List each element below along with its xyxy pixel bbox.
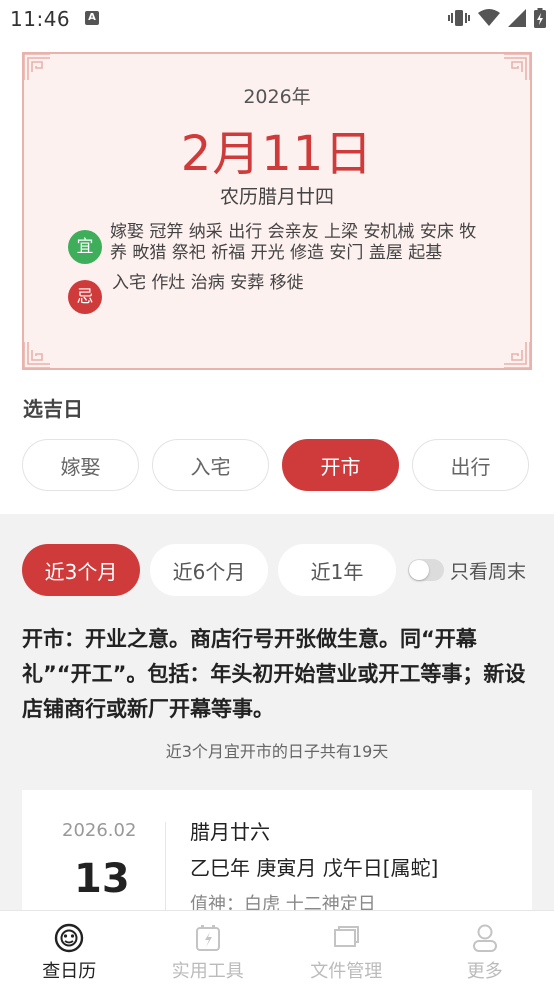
- nav-label: 查日历: [42, 961, 97, 982]
- battery-icon: [534, 8, 546, 28]
- category-button-kaishi[interactable]: 开市: [282, 439, 399, 491]
- range-button-1-year[interactable]: 近1年: [278, 544, 396, 596]
- vibrate-icon: [448, 8, 470, 28]
- status-bar: 11:46 A: [0, 0, 554, 36]
- user-icon: [470, 923, 500, 953]
- nav-label: 文件管理: [310, 961, 383, 982]
- corner-ornament-icon: [504, 53, 531, 80]
- status-time: 11:46: [10, 7, 71, 31]
- range-selector: 近3个月 近6个月 近1年 只看周末: [22, 544, 532, 596]
- nav-label: 实用工具: [171, 961, 244, 982]
- lunar-date: 农历腊月廿四: [219, 186, 334, 208]
- tool-battery-icon: [193, 923, 223, 953]
- ji-badge: 忌: [68, 280, 102, 314]
- nav-item-calendar[interactable]: 查日历: [0, 911, 139, 984]
- notification-a-icon: A: [85, 11, 99, 25]
- nav-label: 更多: [466, 961, 503, 982]
- nav-item-more[interactable]: 更多: [416, 911, 554, 984]
- result-count: 近3个月宜开市的日子共有19天: [165, 742, 389, 761]
- calendar-face-icon: [54, 923, 84, 953]
- day-number: 13: [74, 856, 130, 902]
- category-selector: 嫁娶 入宅 开市 出行: [22, 439, 532, 491]
- yi-activities: 嫁娶 冠笄 纳采 出行 会亲友 上梁 安机械 安床 牧养 畋猎 祭祀 祈福 开光…: [110, 222, 477, 263]
- day-year-month: 2026.02: [62, 820, 137, 841]
- category-button-jiaqu[interactable]: 嫁娶: [22, 439, 139, 491]
- toggle-switch[interactable]: [408, 559, 444, 581]
- weekend-toggle[interactable]: 只看周末: [408, 544, 526, 596]
- divider: [165, 822, 166, 912]
- category-description: 开市：开业之意。商店行号开张做生意。同“开幕礼”“开工”。包括：年头初开始营业或…: [22, 627, 526, 721]
- folder-icon: [331, 923, 361, 953]
- range-button-3-months[interactable]: 近3个月: [22, 544, 140, 596]
- calendar-date[interactable]: 2月11日: [24, 114, 530, 184]
- yi-badge: 宜: [68, 230, 102, 264]
- cell-signal-icon: [508, 9, 526, 27]
- day-lunar: 腊月廿六: [190, 820, 270, 844]
- nav-item-tools[interactable]: 实用工具: [139, 911, 278, 984]
- calendar-year: 2026年: [243, 86, 311, 108]
- range-button-6-months[interactable]: 近6个月: [150, 544, 268, 596]
- toggle-knob: [409, 560, 429, 580]
- corner-ornament-icon: [23, 53, 50, 80]
- calendar-card: 2026年 2月11日 农历腊月廿四 宜 嫁娶 冠笄 纳采 出行 会亲友 上梁 …: [22, 52, 532, 370]
- category-button-chuxing[interactable]: 出行: [412, 439, 529, 491]
- corner-ornament-icon: [23, 342, 50, 369]
- section-title: 选吉日: [23, 397, 83, 421]
- day-ganzhi: 乙巳年 庚寅月 戊午日[属蛇]: [190, 856, 439, 880]
- list-item[interactable]: 2026.02 13 腊月廿六 乙巳年 庚寅月 戊午日[属蛇] 值神：白虎 十二…: [22, 790, 532, 920]
- wifi-icon: [478, 9, 500, 27]
- bottom-nav: 查日历 实用工具 文件管理 更多: [0, 910, 554, 984]
- weekend-toggle-label: 只看周末: [450, 560, 527, 583]
- nav-item-files[interactable]: 文件管理: [277, 911, 416, 984]
- corner-ornament-icon: [504, 342, 531, 369]
- category-button-ruzhai[interactable]: 入宅: [152, 439, 269, 491]
- status-icons: [448, 8, 546, 28]
- ji-activities: 入宅 作灶 治病 安葬 移徙: [112, 273, 304, 293]
